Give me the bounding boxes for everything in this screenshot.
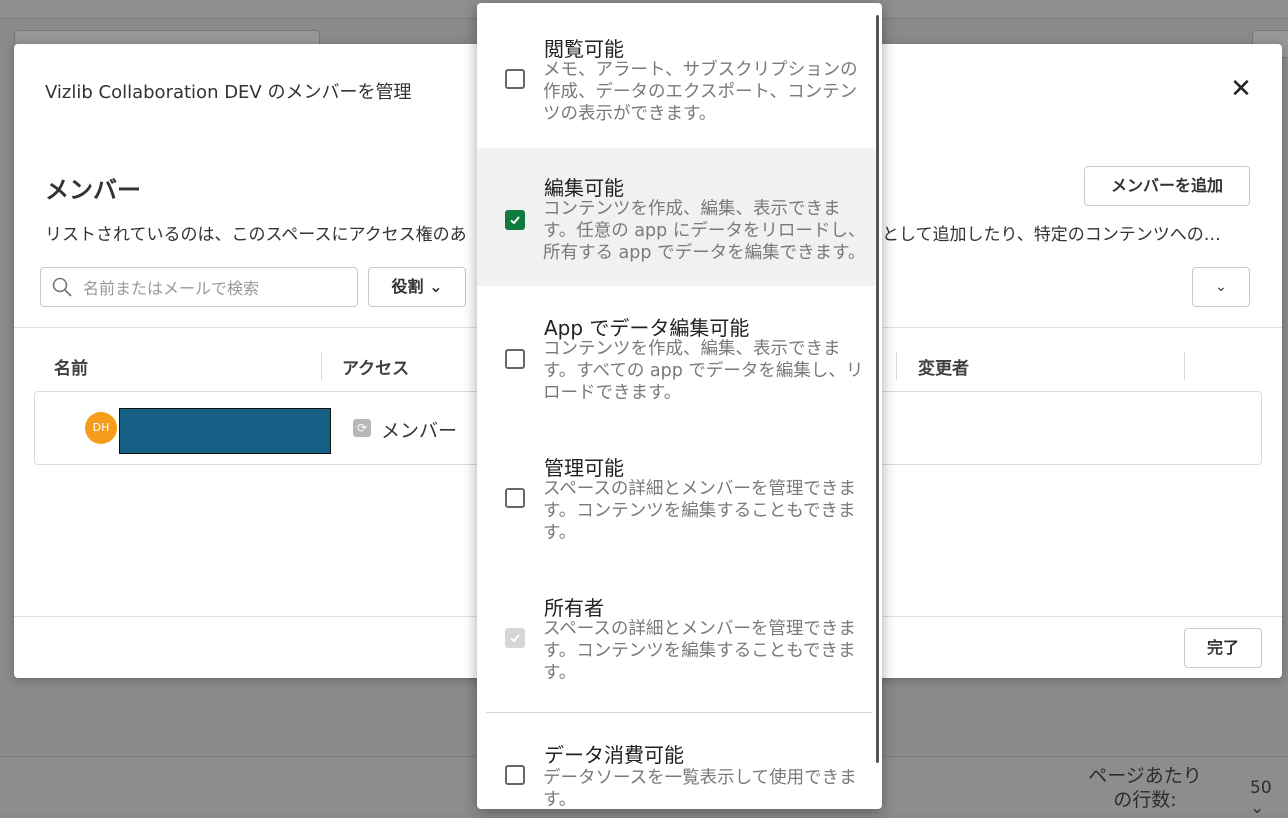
- role-option-description: データソースを一覧表示して使用できます。: [543, 768, 857, 809]
- column-header-modified-by[interactable]: 変更者: [918, 354, 969, 379]
- menu-divider: [486, 712, 872, 713]
- role-option-can-manage[interactable]: 管理可能 スペースの詳細とメンバーを管理できます。コンテンツを編集することもでき…: [477, 428, 875, 566]
- role-option-title: データ消費可能: [544, 743, 684, 767]
- checkbox-checked[interactable]: [505, 210, 525, 230]
- role-option-description: メモ、アラート、サブスクリプションの作成、データのエクスポート、コンテンツの表示…: [543, 60, 858, 124]
- role-option-owner: 所有者 スペースの詳細とメンバーを管理できます。コンテンツを編集することもできま…: [477, 568, 875, 706]
- redacted-name: [119, 408, 331, 454]
- checkbox[interactable]: [505, 488, 525, 508]
- checkbox-disabled: [505, 628, 525, 648]
- member-role-icon: ⟳: [353, 419, 371, 437]
- search-icon: [52, 277, 72, 297]
- role-option-can-edit[interactable]: 編集可能 コンテンツを作成、編集、表示できます。任意の app にデータをリロー…: [477, 148, 875, 286]
- members-description-start: リストされているのは、このスペースにアクセス権のあ: [45, 225, 467, 245]
- close-icon[interactable]: ✕: [1226, 74, 1256, 104]
- members-description-end: として追加したり、特定のコンテンツへの…: [882, 225, 1221, 245]
- rows-per-page-select: 50 ⌄: [1250, 778, 1272, 818]
- role-option-title: 所有者: [544, 596, 604, 620]
- scrollbar[interactable]: [876, 15, 879, 763]
- member-access-label[interactable]: メンバー: [381, 416, 457, 443]
- role-option-description: コンテンツを作成、編集、表示できます。すべての app でデータを編集し、リロー…: [543, 339, 864, 403]
- role-option-title: 編集可能: [544, 176, 624, 200]
- column-header-access[interactable]: アクセス: [342, 354, 409, 379]
- add-member-button[interactable]: メンバーを追加: [1084, 166, 1250, 206]
- checkbox[interactable]: [505, 765, 525, 785]
- avatar: DH: [85, 412, 117, 444]
- role-option-can-edit-data[interactable]: App でデータ編集可能 コンテンツを作成、編集、表示できます。すべての app…: [477, 288, 875, 426]
- role-option-title: App でデータ編集可能: [544, 316, 750, 340]
- member-search-field[interactable]: [40, 267, 358, 307]
- role-filter-button[interactable]: 役割 ⌄: [368, 267, 466, 307]
- members-heading: メンバー: [45, 176, 141, 204]
- rows-per-page-label: ページあたり の行数:: [1088, 765, 1202, 811]
- column-header-name[interactable]: 名前: [54, 354, 88, 379]
- done-button[interactable]: 完了: [1184, 628, 1262, 668]
- dialog-title: Vizlib Collaboration DEV のメンバーを管理: [45, 82, 412, 103]
- column-separator: [1184, 352, 1185, 380]
- search-input[interactable]: [81, 274, 345, 302]
- role-option-title: 管理可能: [544, 456, 624, 480]
- role-option-description: スペースの詳細とメンバーを管理できます。コンテンツを編集することもできます。: [543, 479, 856, 543]
- role-option-description: スペースの詳細とメンバーを管理できます。コンテンツを編集することもできます。: [543, 619, 856, 683]
- check-icon: [510, 216, 520, 225]
- checkbox[interactable]: [505, 349, 525, 369]
- chevron-down-icon[interactable]: ⌄: [1192, 267, 1250, 307]
- role-dropdown-menu: 閲覧可能 メモ、アラート、サブスクリプションの作成、データのエクスポート、コンテ…: [477, 3, 882, 809]
- check-icon: [510, 634, 520, 643]
- column-separator: [321, 352, 322, 380]
- role-option-can-consume-data[interactable]: データ消費可能 データソースを一覧表示して使用できます。: [477, 717, 875, 809]
- role-option-title: 閲覧可能: [544, 37, 624, 61]
- role-option-description: コンテンツを作成、編集、表示できます。任意の app にデータをリロードし、所有…: [543, 199, 866, 263]
- checkbox[interactable]: [505, 69, 525, 89]
- role-option-can-view[interactable]: 閲覧可能 メモ、アラート、サブスクリプションの作成、データのエクスポート、コンテ…: [477, 3, 875, 141]
- column-separator: [896, 352, 897, 380]
